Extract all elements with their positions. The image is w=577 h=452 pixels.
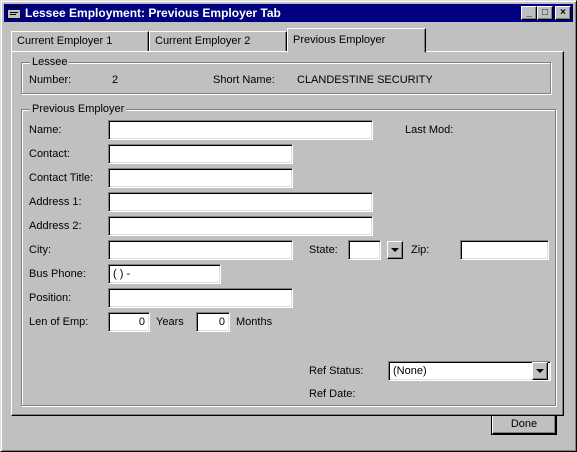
len-of-emp-label: Len of Emp: bbox=[29, 316, 89, 328]
contact-field[interactable] bbox=[108, 144, 293, 164]
tab-label: Current Employer 1 bbox=[17, 35, 113, 47]
contact-title-label: Contact Title: bbox=[29, 172, 94, 184]
lessee-group: Lessee Number: 2 Short Name: CLANDESTINE… bbox=[21, 56, 551, 94]
done-button[interactable]: Done bbox=[492, 415, 556, 434]
chevron-down-icon bbox=[391, 248, 399, 252]
position-field[interactable] bbox=[108, 288, 293, 308]
short-name-label: Short Name: bbox=[213, 74, 275, 86]
lessee-employment-window: Lessee Employment: Previous Employer Tab… bbox=[0, 0, 577, 452]
contact-title-field[interactable] bbox=[108, 168, 293, 188]
tab-panel: Lessee Number: 2 Short Name: CLANDESTINE… bbox=[11, 51, 564, 416]
number-label: Number: bbox=[29, 74, 72, 86]
zip-label: Zip: bbox=[411, 244, 430, 256]
title-bar[interactable]: Lessee Employment: Previous Employer Tab… bbox=[4, 4, 573, 22]
tab-current-employer-2[interactable]: Current Employer 2 bbox=[149, 31, 287, 52]
city-field[interactable] bbox=[108, 240, 293, 260]
tab-current-employer-1[interactable]: Current Employer 1 bbox=[11, 31, 149, 52]
bus-phone-field[interactable]: ( ) - bbox=[108, 264, 221, 284]
last-mod-label: Last Mod: bbox=[405, 124, 454, 136]
state-field[interactable] bbox=[348, 240, 381, 260]
name-field[interactable] bbox=[108, 120, 373, 140]
tab-label: Current Employer 2 bbox=[155, 35, 251, 47]
address2-field[interactable] bbox=[108, 216, 373, 236]
ref-status-label: Ref Status: bbox=[309, 365, 364, 377]
chevron-down-icon bbox=[536, 369, 544, 373]
state-label: State: bbox=[309, 244, 338, 256]
ref-status-select[interactable]: (None) bbox=[388, 361, 551, 381]
lessee-group-label: Lessee bbox=[30, 56, 70, 68]
app-window-icon bbox=[7, 6, 21, 19]
tab-label: Previous Employer bbox=[293, 34, 386, 46]
maximize-button[interactable]: □ bbox=[537, 6, 553, 20]
number-value: 2 bbox=[112, 74, 119, 86]
zip-field[interactable] bbox=[460, 240, 549, 260]
address2-label: Address 2: bbox=[29, 220, 82, 232]
contact-label: Contact: bbox=[29, 148, 70, 160]
months-label: Months bbox=[236, 316, 273, 328]
city-label: City: bbox=[29, 244, 51, 256]
short-name-value: CLANDESTINE SECURITY bbox=[297, 74, 433, 86]
address1-field[interactable] bbox=[108, 192, 373, 212]
done-button-label: Done bbox=[510, 418, 538, 430]
tab-previous-employer[interactable]: Previous Employer bbox=[287, 28, 426, 53]
years-field[interactable]: 0 bbox=[108, 312, 150, 332]
position-label: Position: bbox=[29, 292, 72, 304]
name-label: Name: bbox=[29, 124, 62, 136]
previous-employer-group-label: Previous Employer bbox=[30, 103, 127, 115]
previous-employer-group: Previous Employer Name: Last Mod: Contac… bbox=[21, 103, 556, 406]
months-field[interactable]: 0 bbox=[196, 312, 230, 332]
close-button[interactable]: × bbox=[555, 6, 571, 20]
years-label: Years bbox=[156, 316, 184, 328]
bus-phone-label: Bus Phone: bbox=[29, 268, 86, 280]
ref-status-dropdown-button[interactable] bbox=[532, 362, 548, 380]
ref-date-label: Ref Date: bbox=[309, 388, 356, 400]
minimize-button[interactable]: _ bbox=[521, 6, 537, 20]
state-dropdown-button[interactable] bbox=[387, 241, 403, 259]
address1-label: Address 1: bbox=[29, 196, 82, 208]
window-title: Lessee Employment: Previous Employer Tab bbox=[25, 6, 281, 20]
